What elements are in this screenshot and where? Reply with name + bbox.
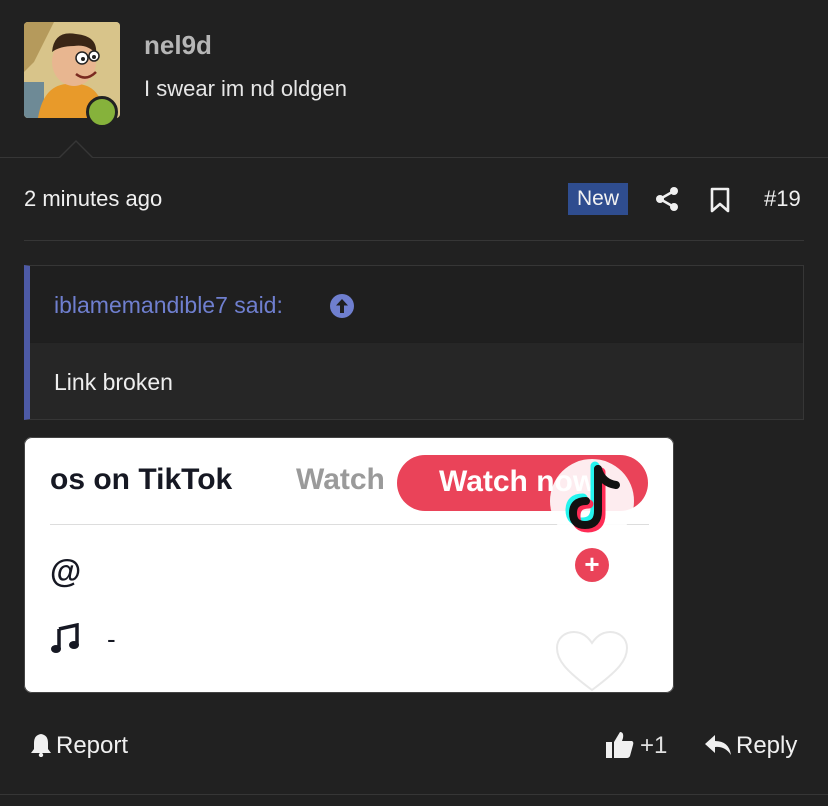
follow-plus-button[interactable]: + [575, 548, 609, 582]
meta-divider [24, 240, 804, 241]
thumbs-up-icon[interactable] [605, 730, 635, 760]
report-button[interactable]: Report [56, 732, 128, 760]
heart-icon[interactable] [553, 630, 631, 692]
tiktok-logo-icon [548, 455, 638, 545]
bottom-divider [0, 794, 828, 795]
header-divider [0, 157, 828, 158]
arrow-up-circle-icon[interactable] [329, 293, 355, 319]
music-track[interactable]: - [107, 624, 116, 655]
embed-title: os on TikTok [50, 463, 233, 496]
quote-text: Link broken [54, 369, 173, 395]
quote-author-link[interactable]: iblamemandible7 said: [54, 292, 283, 319]
post-timestamp[interactable]: 2 minutes ago [24, 186, 162, 212]
reply-arrow-icon[interactable] [704, 734, 732, 756]
new-badge: New [568, 183, 628, 215]
online-status-indicator [86, 96, 118, 128]
share-icon[interactable] [655, 186, 679, 212]
bell-icon[interactable] [30, 733, 52, 758]
username[interactable]: nel9d [144, 30, 212, 61]
user-title: I swear im nd oldgen [144, 76, 347, 101]
embed-username[interactable]: @ [50, 553, 81, 590]
reply-button[interactable]: Reply [736, 732, 797, 760]
post-number-link[interactable]: #19 [764, 186, 801, 212]
like-count[interactable]: +1 [640, 732, 667, 760]
message-pointer-inner [59, 142, 93, 159]
bookmark-icon[interactable] [709, 187, 731, 213]
music-note-icon [50, 622, 80, 655]
embed-watch-text: Watch [296, 463, 385, 496]
